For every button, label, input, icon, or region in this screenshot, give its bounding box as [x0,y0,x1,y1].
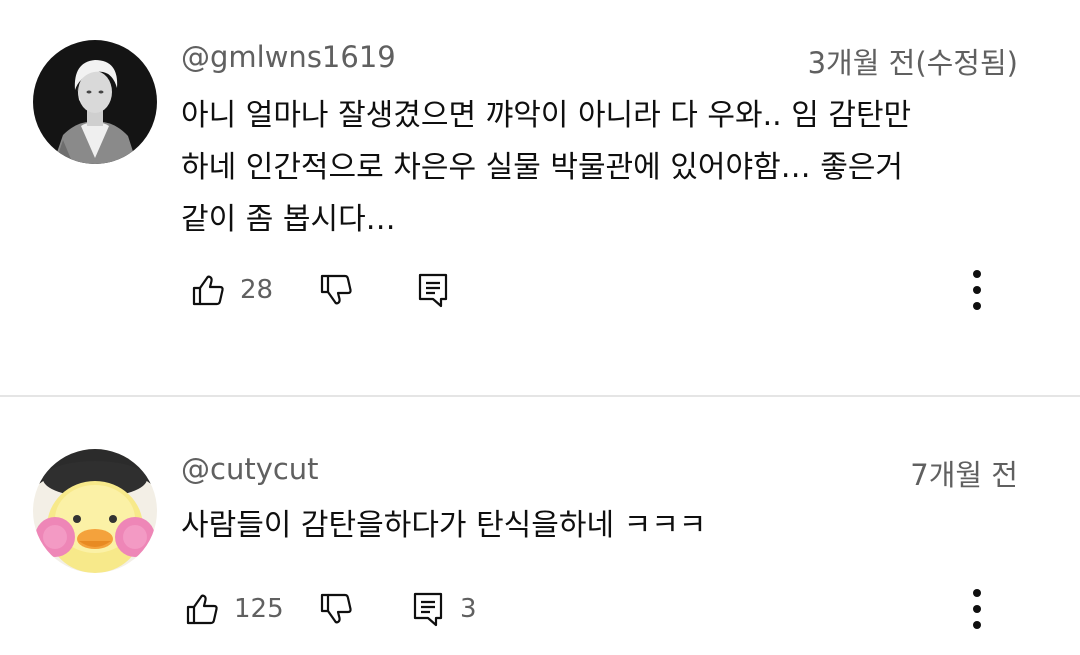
comment-item: @gmlwns1619 3개월 전(수정됨) 아니 얼마나 잘생겼으면 꺄악이 … [0,0,1080,395]
comment-text-line: 같이 좀 봅시다… [181,202,396,237]
thumbs-down-icon [320,274,352,305]
comment-text-line: 하네 인간적으로 차은우 실물 박물관에 있어야함… 좋은거 [181,150,904,185]
reply-button[interactable]: 3 [410,589,477,629]
duck-plush-avatar-icon [33,449,157,573]
like-count: 28 [240,275,274,305]
comment-author[interactable]: @gmlwns1619 [181,40,396,74]
avatar[interactable] [33,449,157,573]
comment-item: @cutycut 7개월 전 사람들이 감탄을하다가 탄식을하네 ㅋㅋㅋ 125… [0,397,1080,655]
thumbs-up-icon [186,594,218,625]
like-button[interactable]: 125 [184,589,284,629]
comment-author[interactable]: @cutycut [181,452,319,486]
reply-button[interactable] [415,270,451,310]
comment-text: 아니 얼마나 잘생겼으면 꺄악이 아니라 다 우와.. 임 감탄만 하네 인간적… [181,90,1041,246]
comment-timestamp: 3개월 전(수정됨) [807,46,1018,80]
more-vertical-icon [973,589,981,629]
person-photo-avatar-icon [33,40,157,164]
dislike-button[interactable] [318,589,354,629]
more-options-button[interactable] [962,270,992,310]
comment-text-line: 아니 얼마나 잘생겼으면 꺄악이 아니라 다 우와.. 임 감탄만 [181,98,912,133]
like-button[interactable]: 28 [190,270,273,310]
comment-actions: 125 3 [0,589,1080,629]
comment-text-line: 사람들이 감탄을하다가 탄식을하네 ㅋㅋㅋ [181,508,707,543]
reply-comment-icon [418,273,448,308]
reply-count: 3 [460,594,477,624]
reply-comment-icon [413,592,443,627]
comment-timestamp: 7개월 전 [910,458,1018,492]
more-options-button[interactable] [962,589,992,629]
more-vertical-icon [973,270,981,310]
like-count: 125 [234,594,284,624]
dislike-button[interactable] [318,270,354,310]
comment-actions: 28 [0,270,1080,310]
comment-text: 사람들이 감탄을하다가 탄식을하네 ㅋㅋㅋ [181,500,1041,552]
thumbs-up-icon [192,275,224,306]
thumbs-down-icon [320,593,352,624]
avatar[interactable] [33,40,157,164]
